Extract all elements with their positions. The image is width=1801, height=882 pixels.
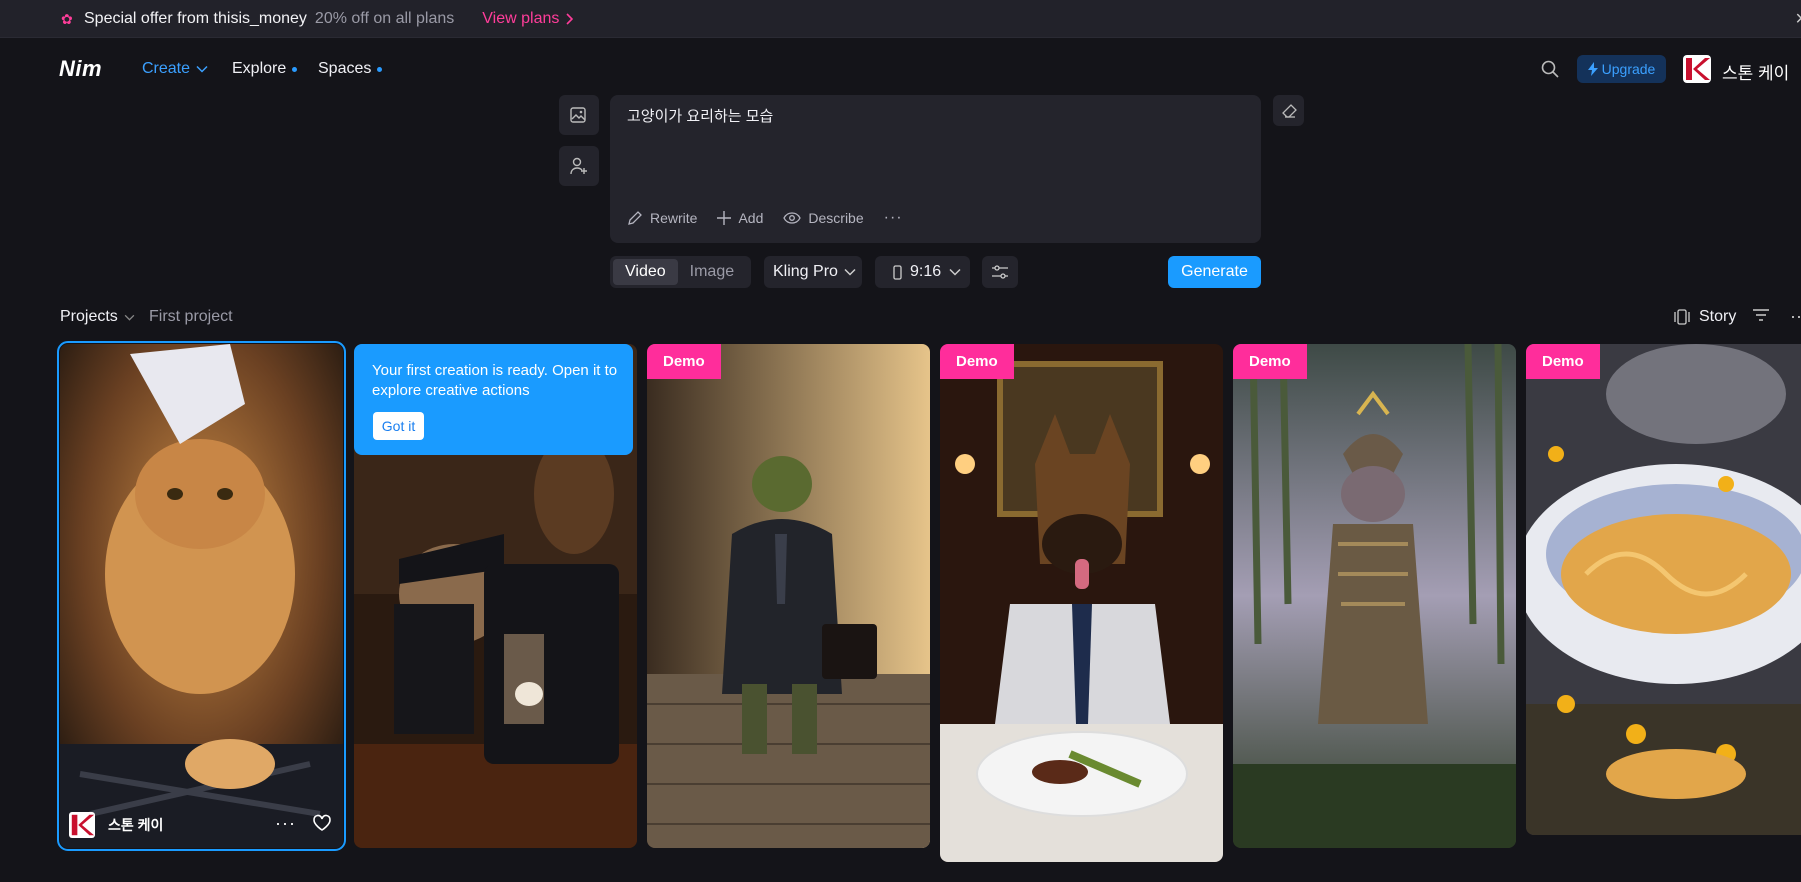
story-button[interactable]: Story [1673,308,1736,326]
more-icon[interactable]: ··· [275,813,296,834]
more-icon[interactable]: ·· [1790,306,1801,327]
chevron-right-icon [566,12,574,25]
nav-spaces[interactable]: Spaces [318,60,383,78]
chevron-down-icon [844,268,856,276]
media-card[interactable]: Demo [940,344,1223,862]
media-card[interactable]: 스톤 케이 ··· [57,341,346,851]
samurai-cat-image [1233,344,1516,848]
current-project[interactable]: First project [149,308,233,326]
nav-explore[interactable]: Explore [232,60,298,78]
model-select[interactable]: Kling Pro [764,256,862,288]
model-label: Kling Pro [773,263,838,280]
top-nav: Nim Create Explore Spaces Upgrade 스톤 케이 [0,38,1801,100]
nav-explore-label: Explore [232,60,287,77]
nav-spaces-label: Spaces [318,60,372,77]
turtle-businessman-image [647,344,930,848]
user-add-icon [570,157,587,175]
story-icon [1674,309,1690,325]
got-it-button[interactable]: Got it [373,412,424,440]
demo-badge: Demo [940,344,1014,379]
nav-create-label: Create [142,60,191,77]
discount-text: 20% off on all plans [314,9,455,27]
avatar[interactable] [69,812,95,838]
new-dot-icon [292,66,298,72]
projects-dropdown[interactable]: Projects [60,308,135,326]
add-button[interactable]: Add [717,210,763,226]
ratio-select[interactable]: 9:16 [875,256,970,288]
nav-create[interactable]: Create [142,60,208,78]
gift-icon: ✿ [61,10,73,27]
media-card[interactable]: Demo [1233,344,1516,848]
avatar[interactable] [1683,55,1711,83]
image-reference-button[interactable] [559,95,599,135]
media-card[interactable]: Demo [1526,344,1801,835]
demo-badge: Demo [1233,344,1307,379]
close-icon[interactable]: × [1795,8,1801,31]
mode-video[interactable]: Video [613,259,678,285]
character-add-button[interactable] [559,146,599,186]
new-dot-icon [377,66,383,72]
search-icon[interactable] [1540,59,1560,79]
eraser-icon [1281,103,1297,118]
offer-text: Special offer from thisis_money [84,9,307,27]
promo-banner: ✿ Special offer from thisis_money 20% of… [0,0,1801,38]
demo-badge: Demo [647,344,721,379]
chevron-down-icon [949,268,961,276]
lightning-icon [1587,62,1598,76]
ratio-label: 9:16 [910,263,942,280]
filter-icon[interactable] [1752,308,1770,322]
tooltip-text: Your first creation is ready. Open it to… [372,362,618,399]
phone-portrait-icon [893,264,902,280]
prompt-input[interactable]: 고양이가 요리하는 모습 Rewrite Add Describe ··· [610,95,1261,243]
prompt-text[interactable]: 고양이가 요리하는 모습 [627,105,773,126]
demo-badge: Demo [1526,344,1600,379]
upgrade-button[interactable]: Upgrade [1577,55,1666,83]
cat-chef-image [60,344,343,848]
image-add-icon [570,107,586,123]
prompt-tools: Rewrite Add Describe ··· [627,209,903,227]
view-plans-label: View plans [482,9,560,27]
noodle-workers-image [1526,344,1801,835]
onboarding-tooltip: Your first creation is ready. Open it to… [354,344,633,455]
pencil-icon [628,211,642,225]
card-footer: 스톤 케이 ··· [69,811,334,839]
story-label: Story [1699,308,1737,325]
describe-label: Describe [808,210,864,226]
projects-bar: Projects First project Story ·· [0,304,1801,332]
upgrade-label: Upgrade [1601,61,1656,77]
view-plans-link[interactable]: View plans [482,9,574,28]
card-author: 스톤 케이 [108,817,164,833]
rewrite-label: Rewrite [650,210,698,226]
chevron-down-icon [196,65,208,73]
user-name[interactable]: 스톤 케이 [1722,59,1789,84]
eye-icon [783,212,802,224]
more-icon[interactable]: ··· [884,209,903,227]
rewrite-button[interactable]: Rewrite [627,210,697,226]
chevron-down-icon [124,314,135,321]
add-label: Add [738,210,764,226]
media-card[interactable]: Demo [647,344,930,848]
describe-button[interactable]: Describe [783,210,864,226]
app-logo[interactable]: Nim [59,56,102,82]
sliders-icon [992,265,1008,279]
generate-button[interactable]: Generate [1168,256,1261,288]
clear-prompt-button[interactable] [1273,95,1304,126]
settings-button[interactable] [982,256,1018,288]
heart-icon[interactable] [312,814,332,832]
dog-dinner-image [940,344,1223,862]
projects-label: Projects [60,308,118,325]
mode-image[interactable]: Image [678,259,746,285]
mode-toggle: Video Image [610,256,751,288]
plus-icon [717,211,732,225]
